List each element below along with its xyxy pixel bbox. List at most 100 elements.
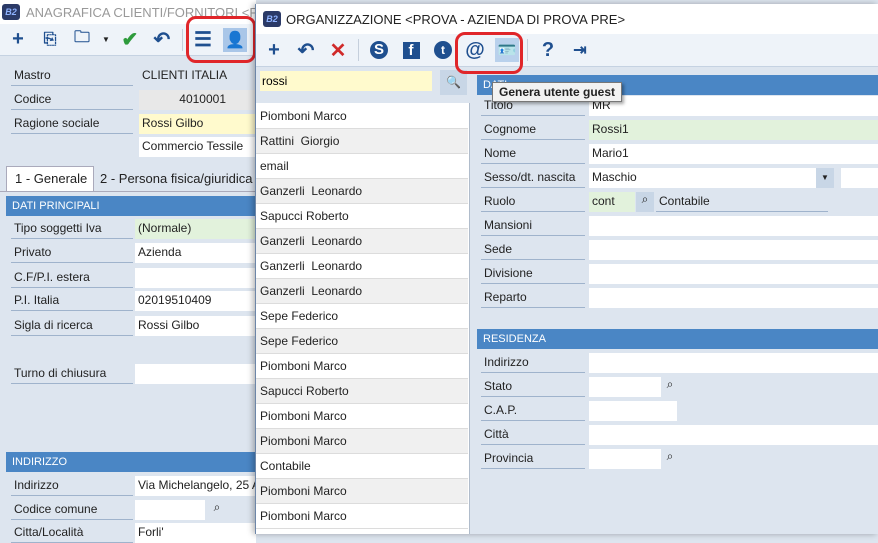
field-label: Codice comune: [11, 500, 133, 520]
field-value[interactable]: [589, 288, 878, 308]
field-value[interactable]: [589, 216, 878, 236]
twitter-icon[interactable]: t: [431, 38, 455, 62]
field-value[interactable]: [135, 268, 256, 288]
role-description: Contabile: [656, 192, 828, 212]
field-value[interactable]: cont: [589, 192, 635, 212]
search-input[interactable]: [260, 71, 432, 91]
field-value[interactable]: Via Michelangelo, 25 AGO: [135, 476, 256, 496]
field-label: Sesso/dt. nascita: [481, 168, 585, 188]
list-item[interactable]: Piomboni Marco: [256, 104, 468, 129]
separator: [358, 39, 359, 61]
field-value[interactable]: Rossi1: [589, 120, 878, 140]
field-label: P.I. Italia: [11, 291, 133, 311]
undo-icon[interactable]: ↶: [294, 38, 318, 62]
field-value[interactable]: 4010001: [139, 90, 256, 110]
field-label: Privato: [11, 243, 133, 263]
list-item[interactable]: Sapucci Roberto: [256, 379, 468, 404]
search-icon[interactable]: ⌕: [636, 192, 654, 212]
list-item[interactable]: Piomboni Marco: [256, 354, 468, 379]
add-icon[interactable]: +: [262, 38, 286, 62]
list-item[interactable]: Piomboni Marco: [256, 504, 468, 529]
add-icon[interactable]: +: [6, 28, 30, 52]
field-label: Cognome: [481, 120, 585, 140]
list-item[interactable]: Ganzerli Leonardo: [256, 279, 468, 304]
field-value[interactable]: [589, 264, 878, 284]
list-item[interactable]: Ganzerli Leonardo: [256, 179, 468, 204]
search-icon[interactable]: ⌕: [661, 377, 679, 397]
copy-icon[interactable]: ⎘: [38, 28, 62, 52]
field-label: Stato: [481, 377, 585, 397]
field-label: Città: [481, 425, 585, 445]
app-logo: B2: [2, 4, 20, 20]
field-label: Provincia: [481, 449, 585, 469]
field-value[interactable]: (Normale): [135, 219, 256, 239]
field-value[interactable]: Mario1: [589, 144, 878, 164]
list-item[interactable]: Sepe Federico: [256, 304, 468, 329]
field-label: Tipo soggetti Iva: [11, 219, 133, 239]
field-value[interactable]: [589, 449, 661, 469]
field-value[interactable]: Maschio: [589, 168, 834, 188]
list-item[interactable]: Sepe Federico: [256, 329, 468, 354]
field-value[interactable]: [589, 401, 677, 421]
field-value[interactable]: [589, 240, 878, 260]
front-window-title-bar: B2 ORGANIZZAZIONE <PROVA - AZIENDA DI PR…: [256, 4, 878, 34]
list-item[interactable]: Ganzerli Leonardo: [256, 254, 468, 279]
field-label: C.A.P.: [481, 401, 585, 421]
tab-underline: [0, 191, 256, 192]
field-label: Sede: [481, 240, 585, 260]
field-value[interactable]: [589, 425, 878, 445]
delete-icon[interactable]: ✕: [326, 38, 350, 62]
section-residenza: RESIDENZA: [477, 329, 878, 349]
facebook-icon[interactable]: f: [399, 38, 423, 62]
section-dati-principali: DATI PRINCIPALI: [6, 196, 256, 216]
list-item[interactable]: Sapucci Roberto: [256, 204, 468, 229]
field-value[interactable]: [135, 500, 205, 520]
field-label: Sigla di ricerca: [11, 316, 133, 336]
skype-icon[interactable]: S: [367, 38, 391, 62]
field-label: Mastro: [11, 66, 133, 86]
folder-icon[interactable]: 🗀: [70, 28, 94, 52]
separator: [181, 28, 183, 51]
back-window: B2 ANAGRAFICA CLIENTI/FORNITORI <PROVA +…: [0, 0, 256, 543]
section-indirizzo: INDIRIZZO: [6, 452, 256, 472]
field-value[interactable]: [589, 353, 878, 373]
list-item[interactable]: Ganzerli Leonardo: [256, 229, 468, 254]
search-icon[interactable]: ⌕: [207, 500, 227, 520]
field-value[interactable]: Forli': [135, 523, 256, 543]
field-label: Citta/Località: [11, 523, 133, 543]
search-icon[interactable]: ⌕: [661, 449, 679, 469]
field-label: Nome: [481, 144, 585, 164]
field-value[interactable]: Commercio Tessile: [139, 137, 256, 157]
check-icon[interactable]: ✔: [118, 28, 142, 52]
front-toolbar: + ↶ ✕ S f t @ 🪪 ? ⇥: [256, 34, 878, 67]
field-value[interactable]: MR: [589, 96, 878, 116]
field-value[interactable]: Rossi Gilbo: [135, 316, 256, 336]
list-item[interactable]: email: [256, 154, 468, 179]
field-label: Turno di chiusura: [11, 364, 133, 384]
tab-persona[interactable]: 2 - Persona fisica/giuridica: [96, 168, 256, 190]
list-item[interactable]: Piomboni Marco: [256, 404, 468, 429]
field-value[interactable]: Azienda: [135, 243, 256, 263]
field-label: Ragione sociale: [11, 114, 133, 134]
list-item[interactable]: Rattini Giorgio: [256, 129, 468, 154]
list-item[interactable]: Piomboni Marco: [256, 429, 468, 454]
separator: [527, 39, 528, 61]
annotation-circle-2: [455, 32, 523, 74]
field-value[interactable]: [589, 377, 661, 397]
dropdown-arrow-icon[interactable]: ▼: [102, 35, 110, 44]
field-value[interactable]: Rossi Gilbo: [139, 114, 256, 134]
exit-icon[interactable]: ⇥: [568, 38, 592, 62]
dropdown-button[interactable]: ▼: [816, 168, 834, 188]
list-item[interactable]: Piomboni Marco: [256, 479, 468, 504]
front-window-title: ORGANIZZAZIONE <PROVA - AZIENDA DI PROVA…: [286, 11, 626, 27]
undo-icon[interactable]: ↶: [150, 28, 174, 52]
tab-generale[interactable]: 1 - Generale: [6, 166, 94, 191]
field-value[interactable]: [135, 364, 256, 384]
field-label: Indirizzo: [11, 476, 133, 496]
field-value[interactable]: 02019510409: [135, 291, 256, 311]
field-label: C.F/P.I. estera: [11, 268, 133, 288]
list-item[interactable]: Contabile: [256, 454, 468, 479]
birth-date-field[interactable]: [841, 168, 878, 188]
help-icon[interactable]: ?: [536, 38, 560, 62]
annotation-circle-1: [186, 16, 256, 63]
